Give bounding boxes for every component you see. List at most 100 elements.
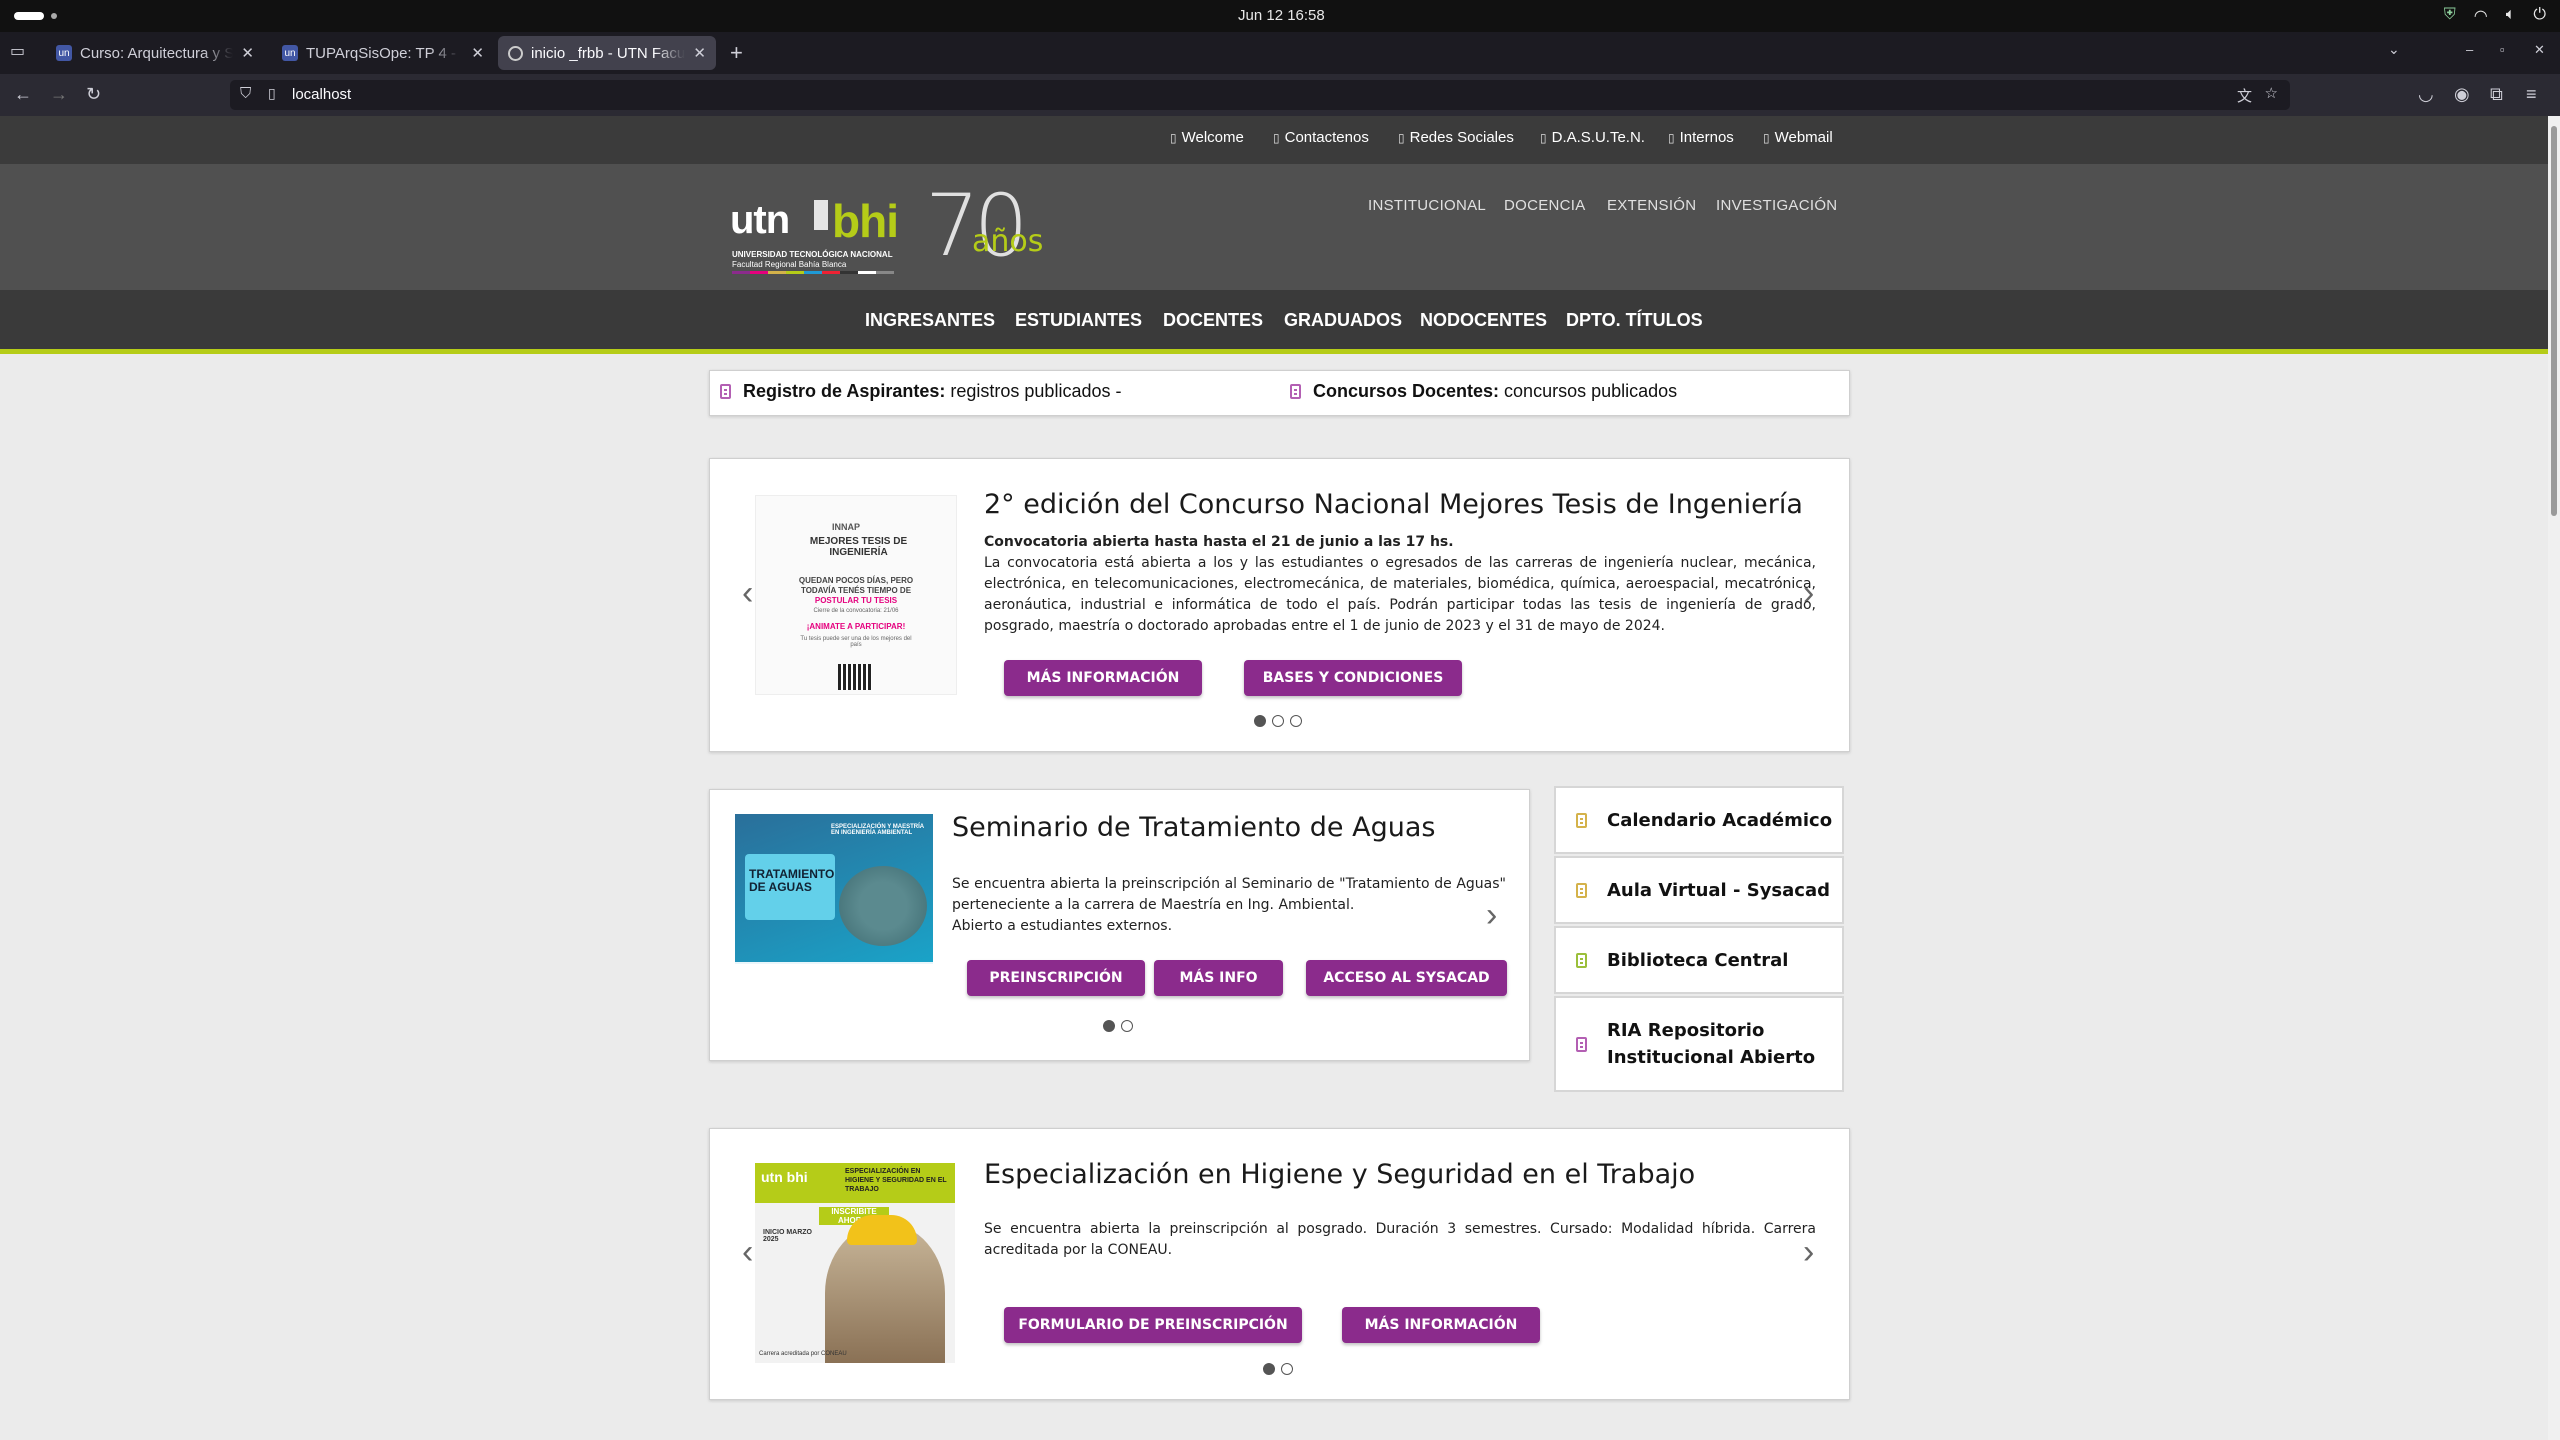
bookmark-icon: ▯ xyxy=(1763,130,1770,145)
toplink-label: Webmail xyxy=(1774,129,1833,146)
nav-dpto-titulos[interactable]: DPTO. TÍTULOS xyxy=(1566,310,1703,331)
indicator-dot[interactable] xyxy=(1263,1363,1275,1375)
indicator-dot[interactable] xyxy=(1272,715,1284,727)
nav-nodocentes[interactable]: NODOCENTES xyxy=(1420,310,1547,331)
indicator-dot[interactable] xyxy=(1254,715,1266,727)
pocket-icon[interactable]: ◡ xyxy=(2418,84,2434,105)
mas-informacion-button[interactable]: MÁS INFORMACIÓN xyxy=(1342,1307,1540,1343)
tab-curso[interactable]: un Curso: Arquitectura y Sist ✕ xyxy=(46,36,264,70)
toplink-contactenos[interactable]: ▯ Contactenos xyxy=(1273,129,1369,146)
os-clock[interactable]: Jun 12 16:58 xyxy=(1238,7,1325,24)
tab-tuparqsisope[interactable]: un TUPArqSisOpe: TP 4 - Doc ✕ xyxy=(272,36,494,70)
logo-emblem xyxy=(814,200,828,230)
back-icon[interactable]: ← xyxy=(14,84,32,105)
extensions-icon[interactable]: ⧉ xyxy=(2490,84,2503,105)
announcement-registro[interactable]: Registro de Aspirantes: registros public… xyxy=(720,381,1121,402)
tab-title: Curso: Arquitectura y Sist xyxy=(80,44,234,62)
slide-body: Se encuentra abierta la preinscripción a… xyxy=(952,876,1506,913)
logo-anos-text: años xyxy=(972,224,1044,259)
bookmark-star-icon[interactable]: ☆ xyxy=(2265,84,2278,102)
nav-estudiantes[interactable]: ESTUDIANTES xyxy=(1015,310,1142,331)
bases-y-condiciones-button[interactable]: BASES Y CONDICIONES xyxy=(1244,660,1462,696)
window-close-icon[interactable]: ✕ xyxy=(2534,42,2545,58)
toplink-welcome[interactable]: ▯ Welcome xyxy=(1170,129,1244,146)
url-text[interactable]: localhost xyxy=(292,86,351,103)
quicklink-ria[interactable]: RIA Repositorio Institucional Abierto xyxy=(1554,996,1844,1092)
mas-informacion-button[interactable]: MÁS INFORMACIÓN xyxy=(1004,660,1202,696)
minimize-icon[interactable]: – xyxy=(2466,42,2473,57)
poster-title: TRATAMIENTO DE AGUAS xyxy=(749,867,835,894)
header-link-investigacion[interactable]: INVESTIGACIÓN xyxy=(1716,197,1837,214)
toplink-redes-sociales[interactable]: ▯ Redes Sociales xyxy=(1398,129,1514,146)
forward-icon[interactable]: → xyxy=(50,84,68,105)
quicklink-biblioteca[interactable]: Biblioteca Central xyxy=(1554,926,1844,994)
account-icon[interactable]: ◉ xyxy=(2454,84,2470,105)
poster-inicio: INICIO MARZO 2025 xyxy=(763,1229,812,1243)
list-all-tabs-icon[interactable]: ⌄ xyxy=(2388,41,2400,58)
poster-tesis[interactable]: INNAP MEJORES TESIS DE INGENIERÍA QUEDAN… xyxy=(755,495,957,695)
logo-color-strip xyxy=(732,271,894,274)
preinscripcion-button[interactable]: PREINSCRIPCIÓN xyxy=(967,960,1145,996)
indicator-dot[interactable] xyxy=(1121,1020,1133,1032)
indicator-dot[interactable] xyxy=(1281,1363,1293,1375)
top-utility-nav: ▯ Welcome ▯ Contactenos ▯ Redes Sociales ▯ D… xyxy=(0,116,2560,164)
nav-graduados[interactable]: GRADUADOS xyxy=(1284,310,1402,331)
toplink-label: Contactenos xyxy=(1284,129,1369,146)
formulario-preinscripcion-button[interactable]: FORMULARIO DE PREINSCRIPCIÓN xyxy=(1004,1307,1302,1343)
carousel-seminario: › ESPECIALIZACIÓN Y MAESTRÍA EN INGENIER… xyxy=(709,789,1530,1061)
header-link-institucional[interactable]: INSTITUCIONAL xyxy=(1368,197,1486,214)
carousel-higiene: ‹ › utn bhi ESPECIALIZACIÓN EN HIGIENE Y… xyxy=(709,1128,1850,1400)
announcement-bold: Registro de Aspirantes: xyxy=(743,381,946,401)
announcement-concursos[interactable]: Concursos Docentes: concursos publicados xyxy=(1290,381,1677,402)
poster-title: MEJORES TESIS DE INGENIERÍA xyxy=(809,536,908,558)
tab-overview-icon[interactable]: ▭ xyxy=(10,41,25,61)
bookmark-icon: ▯ xyxy=(1398,130,1405,145)
bookmark-icon: ▯ xyxy=(1273,130,1280,145)
close-icon[interactable]: ✕ xyxy=(471,44,484,62)
announcement-text: registros publicados - xyxy=(945,381,1122,401)
bookmark-icon: ▯ xyxy=(1668,130,1675,145)
header-link-extension[interactable]: EXTENSIÓN xyxy=(1607,197,1696,214)
page-scrollbar[interactable] xyxy=(2548,116,2560,1440)
indicator-dot[interactable] xyxy=(1290,715,1302,727)
system-tray[interactable]: ⛨ ◠ 🔈︎ ⏻ xyxy=(2444,6,2546,26)
shield-icon[interactable]: ⛉ xyxy=(240,85,251,102)
menu-icon[interactable]: ≡ xyxy=(2526,84,2537,105)
quicklink-aula-virtual[interactable]: Aula Virtual - Sysacad xyxy=(1554,856,1844,924)
workspace-dot xyxy=(51,13,57,19)
activities-indicator[interactable] xyxy=(14,12,44,20)
volume-icon: 🔈︎ xyxy=(2505,6,2516,23)
reload-icon[interactable]: ↻ xyxy=(86,84,101,105)
utn-favicon-icon: un xyxy=(282,45,298,61)
prev-arrow-icon[interactable]: ‹ xyxy=(742,1233,753,1272)
toplink-webmail[interactable]: ▯ Webmail xyxy=(1763,129,1833,146)
nav-ingresantes[interactable]: INGRESANTES xyxy=(865,310,995,331)
toplink-internos[interactable]: ▯ Internos xyxy=(1668,129,1734,146)
close-icon[interactable]: ✕ xyxy=(241,44,254,62)
translate-icon[interactable]: 文 xyxy=(2237,85,2252,106)
url-bar[interactable]: ⛉ ▯ localhost 文 ☆ xyxy=(230,80,2290,110)
poster-higiene-seguridad[interactable]: utn bhi ESPECIALIZACIÓN EN HIGIENE Y SEG… xyxy=(755,1163,955,1363)
hardhat-icon xyxy=(847,1215,917,1245)
poster-line: QUEDAN POCOS DÍAS, PERO xyxy=(798,576,914,585)
quicklink-calendario[interactable]: Calendario Académico xyxy=(1554,786,1844,854)
tab-inicio-frbb[interactable]: inicio _frbb - UTN Faculta ✕ xyxy=(498,36,716,70)
poster-tratamiento-aguas[interactable]: ESPECIALIZACIÓN Y MAESTRÍA EN INGENIERÍA… xyxy=(735,814,933,1007)
close-icon[interactable]: ✕ xyxy=(693,44,706,62)
carousel-tesis: ‹ › INNAP MEJORES TESIS DE INGENIERÍA QU… xyxy=(709,458,1850,752)
slide-title: Seminario de Tratamiento de Aguas xyxy=(952,812,1436,843)
prev-arrow-icon[interactable]: ‹ xyxy=(742,574,753,613)
toplink-dasuten[interactable]: ▯ D.A.S.U.Te.N. xyxy=(1540,129,1645,146)
maximize-icon[interactable]: ▫ xyxy=(2500,42,2505,57)
new-tab-icon[interactable]: + xyxy=(730,40,743,66)
scrollbar-thumb[interactable] xyxy=(2551,126,2557,516)
header-link-docencia[interactable]: DOCENCIA xyxy=(1504,197,1586,214)
wifi-icon: ◠ xyxy=(2473,8,2488,25)
mas-info-button[interactable]: MÁS INFO xyxy=(1154,960,1283,996)
acceso-sysacad-button[interactable]: ACCESO AL SYSACAD xyxy=(1306,960,1507,996)
website: ▯ Welcome ▯ Contactenos ▯ Redes Sociales ▯ D… xyxy=(0,116,2560,1440)
carousel-indicators xyxy=(1254,715,1302,727)
indicator-dot[interactable] xyxy=(1103,1020,1115,1032)
utn-bhi-logo[interactable]: utn bhi UNIVERSIDAD TECNOLÓGICA NACIONAL… xyxy=(730,176,1050,276)
nav-docentes[interactable]: DOCENTES xyxy=(1163,310,1263,331)
